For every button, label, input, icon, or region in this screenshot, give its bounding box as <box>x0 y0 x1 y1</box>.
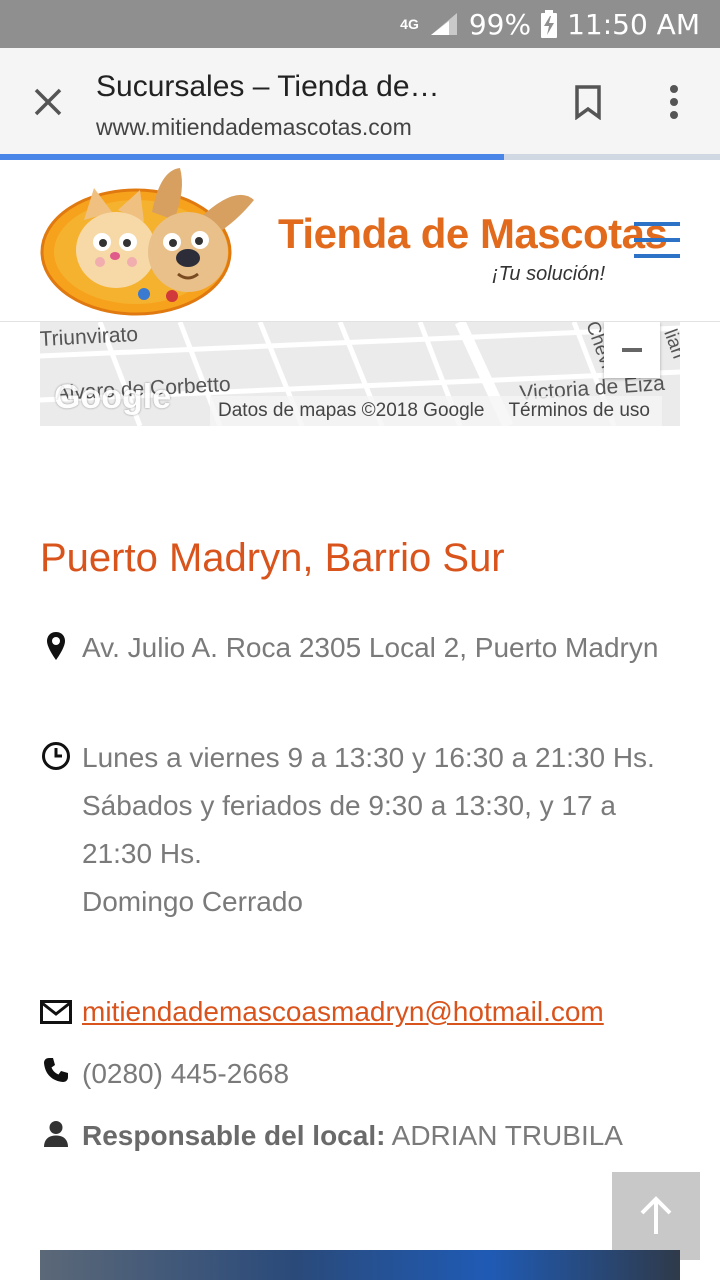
hours-saturday: Sábados y feriados de 9:30 a 13:30, y 17… <box>82 790 616 869</box>
hamburger-bar <box>634 238 680 242</box>
manager-name: ADRIAN TRUBILA <box>391 1120 623 1151</box>
network-type: 4G <box>400 16 419 32</box>
branch-manager: Responsable del local: ADRIAN TRUBILA <box>82 1112 682 1160</box>
clock-icon <box>40 740 72 772</box>
map-zoom-out-button[interactable] <box>604 322 660 378</box>
map-terms-link[interactable]: Términos de uso <box>508 400 650 422</box>
site-header: Tienda de Mascotas ¡Tu solución! <box>0 160 720 322</box>
hours-weekdays: Lunes a viernes 9 a 13:30 y 16:30 a 21:3… <box>82 742 655 773</box>
close-icon <box>34 88 62 116</box>
status-bar-right: 4G 99% 11:50 AM <box>400 0 700 48</box>
battery-percent: 99% <box>468 7 532 41</box>
phone-icon <box>40 1054 72 1086</box>
envelope-icon <box>40 996 72 1028</box>
branch-title: Puerto Madryn, Barrio Sur <box>40 536 505 580</box>
signal-icon <box>430 13 457 35</box>
branch-phone[interactable]: (0280) 445-2668 <box>82 1050 682 1098</box>
brand-name: Tienda de Mascotas <box>278 210 668 257</box>
battery-charging-icon <box>541 10 558 38</box>
clock: 11:50 AM <box>567 7 700 41</box>
scroll-to-top-button[interactable] <box>612 1172 700 1260</box>
hours-sunday: Domingo Cerrado <box>82 886 303 917</box>
google-logo: Google <box>54 378 172 416</box>
map-marker-icon <box>40 630 72 662</box>
page-title: Sucursales – Tienda de… <box>96 70 440 103</box>
user-icon <box>40 1118 72 1150</box>
branch-address: Av. Julio A. Roca 2305 Local 2, Puerto M… <box>82 632 659 663</box>
brand-tagline: ¡Tu solución! <box>492 263 606 285</box>
more-vert-icon <box>670 85 678 119</box>
branch-hours: Lunes a viernes 9 a 13:30 y 16:30 a 21:3… <box>82 734 682 926</box>
overflow-menu-button[interactable] <box>652 80 696 124</box>
email-link[interactable]: mitiendademascoasmadryn@hotmail.com <box>82 996 604 1027</box>
bookmark-button[interactable] <box>566 80 610 124</box>
map-attribution-bar: Datos de mapas ©2018 Google Términos de … <box>210 396 662 426</box>
bookmark-icon <box>575 85 601 120</box>
branch-photo <box>40 1250 680 1280</box>
browser-toolbar: Sucursales – Tienda de… www.mitiendadema… <box>0 48 720 156</box>
site-logo[interactable]: Tienda de Mascotas ¡Tu solución! <box>40 160 668 320</box>
hamburger-bar <box>634 254 680 258</box>
manager-label: Responsable del local: <box>82 1120 386 1151</box>
page-url[interactable]: www.mitiendademascotas.com <box>96 114 412 141</box>
arrow-up-icon <box>640 1196 672 1234</box>
minus-icon <box>622 348 642 352</box>
hamburger-menu-button[interactable] <box>634 222 682 258</box>
status-bar: 4G 99% 11:50 AM <box>0 0 720 48</box>
branch-map[interactable]: Triunvirato Alvaro de Corbetto Victoria … <box>40 322 680 426</box>
pets-mascot-logo-icon <box>40 168 254 316</box>
hamburger-bar <box>634 222 680 226</box>
close-button[interactable] <box>20 74 76 130</box>
map-attribution: Datos de mapas ©2018 Google <box>218 400 485 421</box>
branch-email: mitiendademascoasmadryn@hotmail.com <box>82 988 682 1036</box>
